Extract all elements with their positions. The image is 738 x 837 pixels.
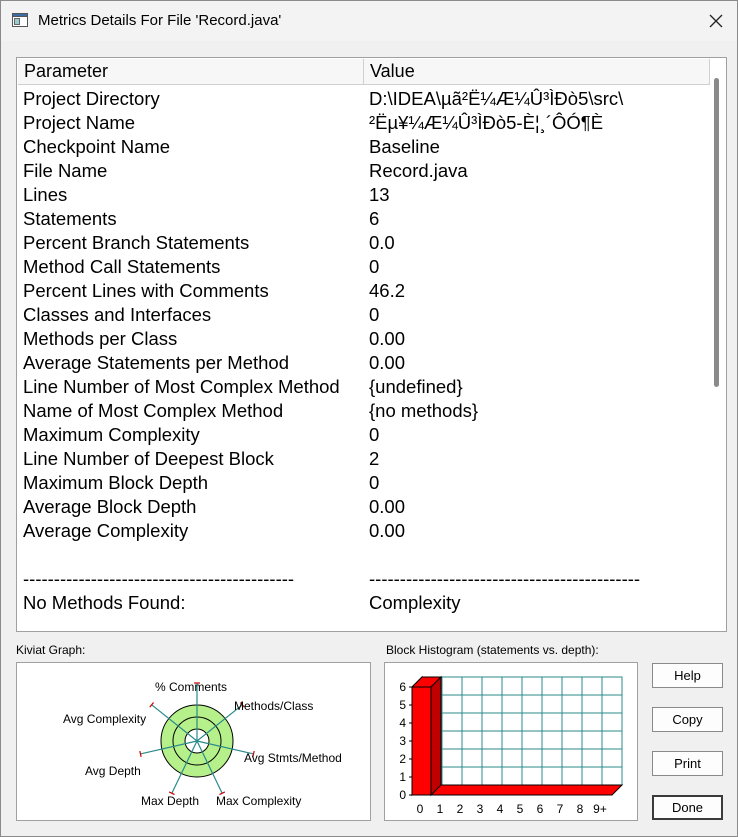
parameter-cell: Project Name	[23, 112, 136, 133]
histogram-x-tick-label: 7	[557, 802, 564, 816]
parameter-cell: Statements	[23, 208, 117, 229]
scrollbar-thumb[interactable]	[714, 78, 719, 387]
histogram-y-tick-label: 0	[399, 788, 406, 802]
vertical-scrollbar[interactable]	[710, 59, 725, 630]
help-button[interactable]: Help	[652, 663, 723, 688]
value-cell: 13	[369, 184, 390, 205]
value-cell: 0.0	[369, 232, 395, 253]
kiviat-svg: % Comments Methods/Class Avg Stmts/Method M…	[63, 680, 342, 808]
kiviat-axis-tick	[139, 750, 142, 757]
value-cell: 46.2	[369, 280, 406, 301]
parameter-cell: Average Complexity	[23, 520, 189, 541]
value-cell: 0	[369, 424, 380, 445]
kiviat-axis-label: Avg Stmts/Method	[244, 751, 342, 765]
metrics-table[interactable]: Parameter Value Project Directory D:\IDEA…	[16, 57, 727, 632]
value-cell: 0.00	[369, 496, 406, 517]
histogram-label: Block Histogram (statements vs. depth):	[386, 643, 599, 657]
histogram-x-tick-label: 0	[417, 802, 424, 816]
kiviat-axis-label: % Comments	[155, 680, 227, 694]
kiviat-axis-label: Max Depth	[141, 794, 199, 808]
value-cell: Baseline	[369, 136, 440, 157]
histogram-y-tick-label: 5	[399, 698, 406, 712]
print-button[interactable]: Print	[652, 751, 723, 776]
parameter-cell: Classes and Interfaces	[23, 304, 212, 325]
window-title: Metrics Details For File 'Record.java'	[38, 12, 282, 29]
histogram-x-tick-label: 1	[437, 802, 444, 816]
parameter-cell: Lines	[23, 184, 68, 205]
column-header-parameter[interactable]: Parameter	[18, 59, 364, 84]
parameter-cell: Line Number of Most Complex Method	[23, 376, 340, 397]
value-cell: 0.00	[369, 520, 406, 541]
table-header: Parameter Value	[18, 59, 711, 85]
done-button[interactable]: Done	[652, 795, 723, 820]
kiviat-axis-label: Max Complexity	[216, 794, 301, 808]
value-cell: {undefined}	[369, 376, 463, 397]
parameter-cell: No Methods Found:	[23, 592, 186, 613]
histogram-y-tick-label: 2	[399, 752, 406, 766]
histogram-bar-side	[430, 675, 442, 797]
parameter-cell: Name of Most Complex Method	[23, 400, 284, 421]
histogram-x-tick-label: 2	[457, 802, 464, 816]
close-icon	[709, 14, 723, 28]
parameter-cell: Checkpoint Name	[23, 136, 171, 157]
value-cell: Record.java	[369, 160, 468, 181]
value-cell: D:\IDEA\µã²Ë¼Æ¼Û³ÌÐò5\src\	[369, 88, 624, 109]
value-cell: Complexity	[369, 592, 461, 613]
value-cell: 2	[369, 448, 380, 469]
value-cell: 0.00	[369, 328, 406, 349]
histogram-y-tick-label: 1	[399, 770, 406, 784]
histogram-x-tick-label: 3	[477, 802, 484, 816]
value-cell: 0	[369, 472, 380, 493]
column-header-value[interactable]: Value	[364, 59, 710, 84]
value-cell: ----------------------------------------…	[369, 568, 641, 589]
parameter-cell: Average Block Depth	[23, 496, 197, 517]
value-cell: 0.00	[369, 352, 406, 373]
histogram-bar	[411, 686, 432, 796]
histogram-svg: 01234560 1 2 3 4 5 6 7 8 9+	[399, 675, 624, 816]
parameter-cell: Project Directory	[23, 88, 160, 109]
parameter-cell: Maximum Block Depth	[23, 472, 209, 493]
kiviat-axis-label: Avg Complexity	[63, 712, 146, 726]
histogram-y-tick-label: 4	[399, 716, 406, 730]
histogram-floor	[410, 784, 624, 796]
value-cell: 0	[369, 304, 380, 325]
metrics-dialog: Metrics Details For File 'Record.java' P…	[0, 0, 738, 837]
histogram-x-tick-label: 9+	[593, 802, 607, 816]
parameter-cell: Method Call Statements	[23, 256, 221, 277]
value-cell: 0	[369, 256, 380, 277]
parameter-cell: Average Statements per Method	[23, 352, 290, 373]
kiviat-label: Kiviat Graph:	[16, 643, 86, 657]
histogram-x-tick-label: 8	[577, 802, 584, 816]
histogram-x-tick-label: 5	[517, 802, 524, 816]
copy-button[interactable]: Copy	[652, 707, 723, 732]
parameter-cell: Line Number of Deepest Block	[23, 448, 274, 469]
histogram-x-tick-label: 6	[537, 802, 544, 816]
kiviat-graph: % Comments Methods/Class Avg Stmts/Method M…	[16, 662, 371, 821]
histogram-y-tick-label: 6	[399, 680, 406, 694]
histogram-y-tick-label: 3	[399, 734, 406, 748]
value-cell: 6	[369, 208, 380, 229]
parameter-cell: ----------------------------------------…	[23, 568, 295, 589]
parameter-cell: File Name	[23, 160, 108, 181]
block-histogram: 0 1 2 3 4 5 6 0 1 2 3 4 5 6 7 8 9+	[384, 662, 638, 821]
parameter-cell: Methods per Class	[23, 328, 178, 349]
value-cell: {no methods}	[369, 400, 479, 421]
kiviat-axis-label: Avg Depth	[85, 764, 141, 778]
parameter-cell: Percent Lines with Comments	[23, 280, 269, 301]
histogram-x-tick-label: 4	[497, 802, 504, 816]
parameter-cell: Maximum Complexity	[23, 424, 200, 445]
value-cell: ²Ëµ¥¼Æ¼Û³ÌÐò5-È¦¸´ÔÓ¶È	[369, 112, 604, 133]
title-bar: Metrics Details For File 'Record.java'	[1, 1, 737, 41]
kiviat-axis-label: Methods/Class	[234, 699, 313, 713]
app-window-icon	[12, 13, 28, 27]
parameter-cell: Percent Branch Statements	[23, 232, 250, 253]
close-button[interactable]	[696, 3, 736, 39]
